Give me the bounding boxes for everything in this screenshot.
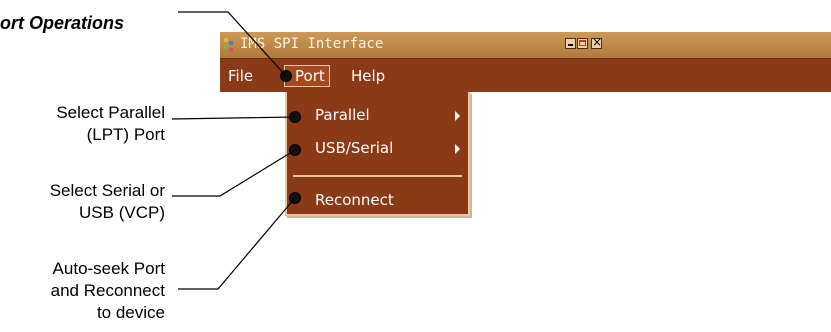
port-leader-line: [178, 11, 287, 77]
reconnect-leader-line: [178, 197, 296, 290]
parallel-leader-line: [171, 116, 296, 120]
serial-leader-line: [172, 149, 296, 197]
callout-leader-lines: [171, 11, 296, 290]
